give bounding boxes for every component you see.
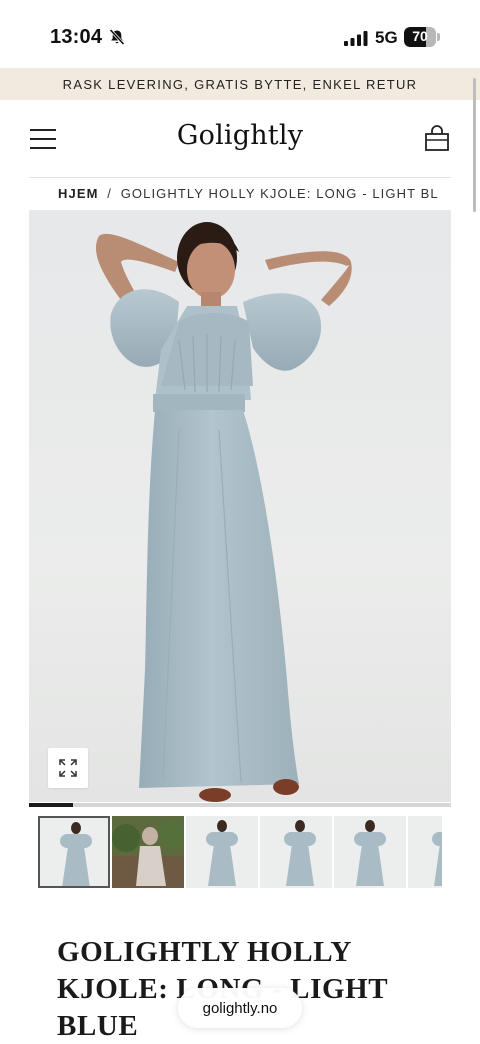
breadcrumb-separator: /: [107, 186, 112, 201]
breadcrumb-current: GOLIGHTLY HOLLY KJOLE: LONG - LIGHT BLU.…: [120, 186, 438, 201]
thumbnail-image-6: [408, 816, 442, 888]
thumbnail-image-3: [186, 816, 258, 888]
battery-icon: 70: [404, 27, 440, 47]
breadcrumb: HJEM / GOLIGHTLY HOLLY KJOLE: LONG - LIG…: [58, 186, 438, 204]
expand-icon: [59, 759, 77, 777]
cellular-signal-icon: [344, 31, 368, 46]
battery-percent: 70: [412, 28, 428, 44]
bell-slash-icon: [109, 28, 125, 46]
site-header: Golightly: [0, 100, 480, 178]
browser-url: golightly.no: [202, 999, 278, 1017]
thumbnail-image-1: [40, 818, 108, 886]
shopping-bag-icon[interactable]: [424, 124, 450, 152]
status-time: 13:04: [50, 26, 103, 48]
thumbnail-image-4: [260, 816, 332, 888]
header-divider: [29, 177, 451, 178]
thumbnail-4[interactable]: [260, 816, 332, 888]
gallery-progress-bar: [29, 803, 73, 807]
gallery-progress-track: [29, 803, 451, 807]
status-bar: 13:04 5G 70: [0, 0, 480, 68]
product-photo-dress: [95, 222, 352, 802]
thumbnail-strip: [38, 816, 442, 890]
network-type: 5G: [375, 28, 398, 47]
browser-address-bar[interactable]: golightly.no: [178, 988, 302, 1028]
thumbnail-3[interactable]: [186, 816, 258, 888]
thumbnail-image-2: [112, 816, 184, 888]
expand-image-button[interactable]: [48, 748, 88, 788]
thumbnail-2[interactable]: [112, 816, 184, 888]
product-main-image[interactable]: [29, 210, 451, 802]
brand-logo[interactable]: Golightly: [0, 120, 480, 151]
announcement-text: RASK LEVERING, GRATIS BYTTE, ENKEL RETUR: [62, 76, 418, 92]
thumbnail-5[interactable]: [334, 816, 406, 888]
thumbnail-image-5: [334, 816, 406, 888]
breadcrumb-home-link[interactable]: HJEM: [58, 186, 99, 201]
announcement-bar: RASK LEVERING, GRATIS BYTTE, ENKEL RETUR: [0, 68, 480, 100]
thumbnail-6[interactable]: [408, 816, 442, 888]
thumbnail-1[interactable]: [38, 816, 110, 888]
